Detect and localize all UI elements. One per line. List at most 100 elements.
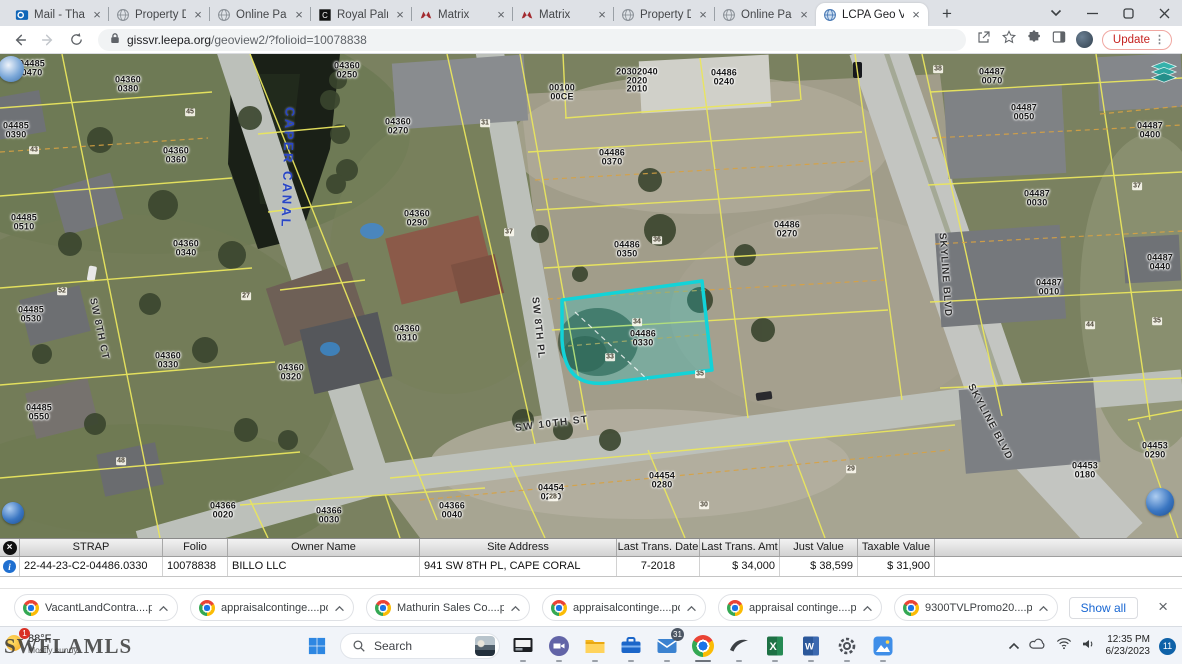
tab-close-icon[interactable]: ×	[696, 8, 710, 22]
system-tray: 12:35 PM 6/23/2023 11	[1008, 627, 1177, 665]
download-item[interactable]: appraisalcontinge....pdf	[190, 594, 354, 621]
download-item[interactable]: appraisal continge....pdf	[718, 594, 882, 621]
word-icon[interactable]: W	[798, 628, 824, 664]
extensions-puzzle-icon[interactable]	[1026, 29, 1042, 50]
street-label: SW 8TH PL	[529, 296, 546, 359]
monitor-app-icon[interactable]	[510, 628, 536, 664]
parcel-label: 04453 0180	[1072, 462, 1098, 479]
address-bar[interactable]: gissvr.leepa.org/geoview2/?folioid=10078…	[98, 29, 966, 51]
browser-tab-3[interactable]: Online Parcel×	[210, 3, 311, 26]
download-item[interactable]: appraisalcontinge....pdf	[542, 594, 706, 621]
tab-close-icon[interactable]: ×	[909, 8, 923, 22]
briefcase-app-icon[interactable]	[618, 628, 644, 664]
column-header[interactable]: Taxable Value	[858, 539, 935, 556]
parcel-label: 04487 0010	[1036, 279, 1062, 296]
show-all-downloads-button[interactable]: Show all	[1069, 597, 1138, 619]
chevron-up-icon[interactable]	[334, 599, 345, 617]
share-icon[interactable]	[976, 29, 992, 50]
reload-button[interactable]	[64, 28, 88, 52]
parcel-label: 04360 0250	[334, 62, 360, 79]
parcel-label: 04487 0440	[1147, 254, 1173, 271]
close-window-button[interactable]	[1159, 8, 1170, 19]
table-cell: 10078838	[163, 557, 228, 576]
browser-tab-2[interactable]: Property Data×	[109, 3, 210, 26]
column-header[interactable]: STRAP	[20, 539, 163, 556]
notification-count-badge[interactable]: 11	[1159, 638, 1176, 655]
swoosh-app-icon[interactable]	[726, 628, 752, 664]
start-button[interactable]	[304, 628, 330, 664]
row-info-cell[interactable]: i	[0, 557, 20, 576]
settings-icon[interactable]	[834, 628, 860, 664]
video-chat-icon[interactable]	[546, 628, 572, 664]
table-cell: $ 31,900	[858, 557, 935, 576]
search-highlight-image[interactable]	[475, 636, 495, 656]
minimize-button[interactable]	[1087, 8, 1098, 19]
column-header[interactable]: Last Trans. Date	[617, 539, 700, 556]
column-header[interactable]: Owner Name	[228, 539, 420, 556]
browser-tab-7[interactable]: Property Data×	[614, 3, 715, 26]
download-item[interactable]: VacantLandContra....pdf	[14, 594, 178, 621]
tab-close-icon[interactable]: ×	[595, 8, 609, 22]
download-item[interactable]: Mathurin Sales Co....pdf	[366, 594, 530, 621]
taskbar-search-box[interactable]: Search	[340, 633, 500, 659]
column-header[interactable]: Folio	[163, 539, 228, 556]
browser-tab-6[interactable]: Matrix×	[513, 3, 614, 26]
taskbar-clock[interactable]: 12:35 PM 6/23/2023	[1106, 634, 1151, 658]
column-header[interactable]: Just Value	[780, 539, 858, 556]
browser-tab-5[interactable]: Matrix×	[412, 3, 513, 26]
download-item[interactable]: 9300TVLPromo20....pdf	[894, 594, 1058, 621]
tray-chevron-icon[interactable]	[1008, 637, 1020, 655]
chevron-up-icon[interactable]	[158, 599, 169, 617]
tab-close-icon[interactable]: ×	[393, 8, 407, 22]
birdseye-globe-icon[interactable]	[2, 502, 24, 524]
close-table-icon[interactable]: ×	[3, 541, 17, 555]
file-explorer-icon[interactable]	[582, 628, 608, 664]
info-icon[interactable]: i	[3, 560, 16, 573]
close-downloads-bar-icon[interactable]: ×	[1158, 598, 1168, 616]
table-data-row[interactable]: i 22-44-23-C2-04486.033010078838BILLO LL…	[0, 557, 1182, 577]
calendar-icon[interactable]: 31	[654, 628, 680, 664]
chevron-up-icon[interactable]	[510, 599, 521, 617]
bookmark-star-icon[interactable]	[1001, 29, 1017, 50]
update-button[interactable]: Update⋮	[1102, 30, 1172, 50]
lot-number-marker: 37	[504, 228, 514, 236]
chrome-icon[interactable]	[690, 628, 716, 664]
weather-widget[interactable]: 1 88°F Mostly sunny	[6, 630, 78, 655]
tab-close-icon[interactable]: ×	[292, 8, 306, 22]
tab-search-chevron-icon[interactable]	[1050, 9, 1062, 17]
chevron-up-icon[interactable]	[1038, 599, 1049, 617]
chevron-up-icon[interactable]	[686, 599, 697, 617]
forward-button[interactable]	[36, 28, 60, 52]
profile-avatar[interactable]	[1076, 31, 1093, 48]
browser-tab-9[interactable]: LCPA Geo Vie×	[816, 3, 928, 26]
new-tab-button[interactable]: +	[935, 2, 959, 26]
lot-number-marker: 37	[1132, 182, 1142, 190]
chevron-up-icon[interactable]	[862, 599, 873, 617]
tab-close-icon[interactable]: ×	[90, 8, 104, 22]
table-close-cell[interactable]: ×	[0, 539, 20, 556]
wifi-icon[interactable]	[1056, 637, 1072, 655]
tab-close-icon[interactable]: ×	[797, 8, 811, 22]
browser-tab-1[interactable]: Mail - Thamin×	[8, 3, 109, 26]
parcel-label: 00100 00CE	[549, 84, 575, 101]
column-header[interactable]: Last Trans. Amt	[700, 539, 780, 556]
birdseye-globe-icon[interactable]	[1146, 488, 1174, 516]
side-panel-icon[interactable]	[1051, 29, 1067, 50]
gis-map-viewport[interactable]: 04485 047004360 038004360 025004485 0390…	[0, 54, 1182, 538]
parcel-label: 04486 0350	[614, 241, 640, 258]
column-header[interactable]: Site Address	[420, 539, 617, 556]
browser-tab-4[interactable]: CRoyal Palm Co×	[311, 3, 412, 26]
photos-icon[interactable]	[870, 628, 896, 664]
browser-tab-8[interactable]: Online Parcel×	[715, 3, 816, 26]
tab-close-icon[interactable]: ×	[494, 8, 508, 22]
parcel-label: 04366 0040	[439, 502, 465, 519]
maximize-button[interactable]	[1123, 8, 1134, 19]
parcel-label: 04360 0340	[173, 240, 199, 257]
volume-icon[interactable]	[1081, 637, 1097, 656]
layers-icon[interactable]	[1150, 60, 1178, 89]
menu-dots-icon[interactable]: ⋮	[1154, 33, 1165, 46]
onedrive-icon[interactable]	[1029, 637, 1047, 656]
excel-icon[interactable]: X	[762, 628, 788, 664]
tab-close-icon[interactable]: ×	[191, 8, 205, 22]
back-button[interactable]	[8, 28, 32, 52]
